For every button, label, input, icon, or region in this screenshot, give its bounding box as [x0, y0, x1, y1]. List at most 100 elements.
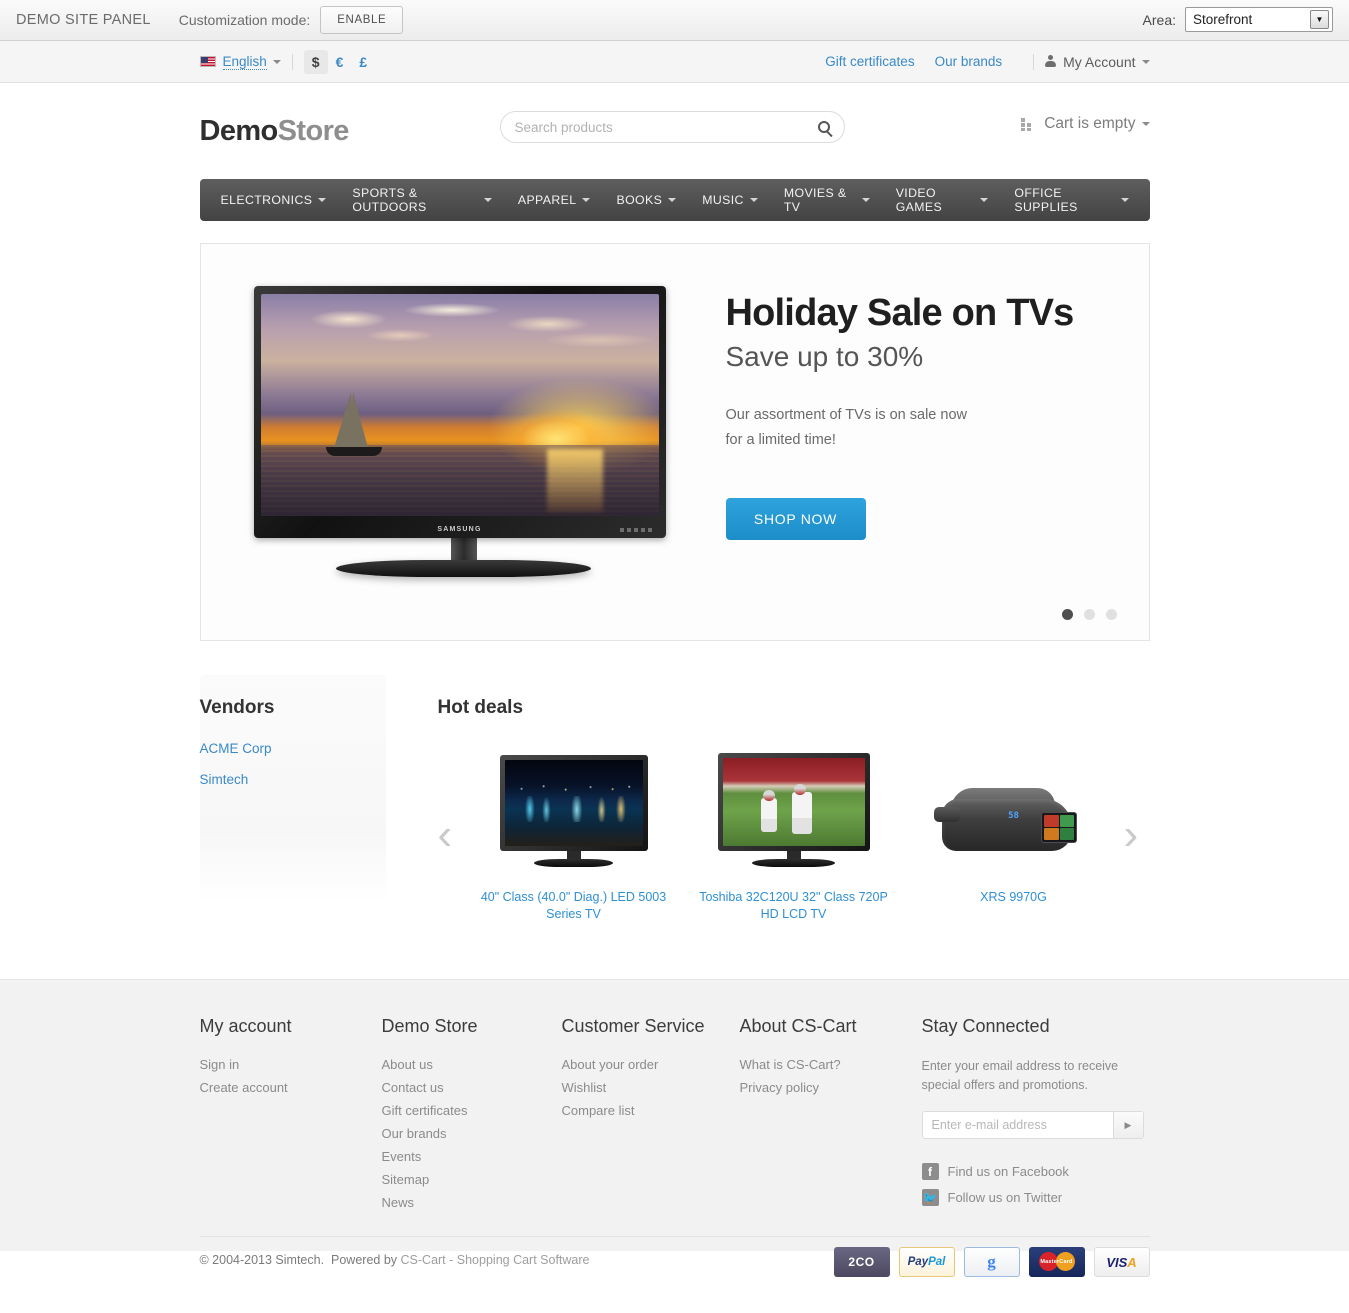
payment-badge-paypal: Pay Pal: [898, 1247, 955, 1277]
twitter-label[interactable]: Follow us on Twitter: [948, 1190, 1063, 1205]
social-twitter[interactable]: 🐦 Follow us on Twitter: [921, 1189, 1150, 1206]
vendor-item-acme[interactable]: ACME Corp: [200, 741, 386, 756]
mastercard-label: MasterCard: [1040, 1259, 1073, 1265]
product-card[interactable]: Toshiba 32C120U 32" Class 720P HD LCD TV: [694, 747, 894, 923]
product-title[interactable]: Toshiba 32C120U 32" Class 720P HD LCD TV: [694, 889, 894, 923]
currency-eur[interactable]: €: [328, 50, 352, 74]
area-select-value: Storefront: [1193, 12, 1253, 27]
newsletter-submit-button[interactable]: ▶: [1112, 1112, 1143, 1138]
footer-column-my-account: My account Sign in Create account: [200, 1016, 382, 1218]
footer-link-contact-us[interactable]: Contact us: [382, 1080, 562, 1095]
product-title[interactable]: 40" Class (40.0" Diag.) LED 5003 Series …: [474, 889, 674, 923]
footer-column-customer-service: Customer Service About your order Wishli…: [562, 1016, 740, 1218]
search-icon[interactable]: [817, 121, 830, 133]
newsletter-email-input[interactable]: [922, 1112, 1113, 1138]
footer-column-demo-store: Demo Store About us Contact us Gift cert…: [382, 1016, 562, 1218]
social-facebook[interactable]: f Find us on Facebook: [921, 1163, 1150, 1180]
banner-text-block: Holiday Sale on TVs Save up to 30% Our a…: [725, 292, 1126, 540]
logo-second-word: Store: [277, 114, 350, 147]
nav-item-sports-outdoors[interactable]: SPORTS & OUTDOORS: [339, 179, 504, 221]
promo-banner: SAMSUNG Holiday Sale on TVs Save up to 3…: [199, 243, 1150, 641]
footer-link-news[interactable]: News: [382, 1195, 562, 1210]
footer-link-what-is-cscart[interactable]: What is CS-Cart?: [740, 1057, 922, 1072]
carousel-dot-3[interactable]: [1105, 609, 1117, 620]
footer-heading: My account: [199, 1016, 292, 1036]
shop-now-button[interactable]: SHOP NOW: [725, 498, 866, 540]
chevron-down-icon[interactable]: [1141, 59, 1150, 64]
divider: [1033, 53, 1035, 70]
payment-badge-mastercard: MasterCard: [1028, 1247, 1085, 1277]
cart-status[interactable]: Cart is empty: [1021, 115, 1150, 133]
facebook-label[interactable]: Find us on Facebook: [948, 1164, 1069, 1179]
chevron-down-icon[interactable]: [272, 59, 281, 64]
language-switcher[interactable]: English: [199, 54, 281, 70]
visa-label-a: VIS: [1106, 1254, 1128, 1270]
link-our-brands[interactable]: Our brands: [935, 54, 1003, 69]
chevron-down-icon: [861, 198, 870, 202]
my-account-menu[interactable]: My Account: [1063, 54, 1135, 70]
product-title[interactable]: XRS 9970G: [914, 889, 1114, 906]
carousel-prev-button[interactable]: ‹: [438, 813, 464, 857]
footer-link-wishlist[interactable]: Wishlist: [562, 1080, 740, 1095]
search-input[interactable]: [514, 119, 818, 135]
nav-item-movies-tv[interactable]: MOVIES & TV: [771, 179, 883, 221]
footer-link-about-your-order[interactable]: About your order: [562, 1057, 740, 1072]
footer-link-privacy-policy[interactable]: Privacy policy: [740, 1080, 922, 1095]
nav-item-books[interactable]: BOOKS: [603, 179, 689, 221]
chevron-down-icon[interactable]: ▼: [1310, 10, 1329, 29]
enable-customization-button[interactable]: ENABLE: [320, 6, 404, 34]
footer-link-sitemap[interactable]: Sitemap: [382, 1172, 562, 1187]
sailboat-icon: [320, 386, 392, 458]
search-box[interactable]: [499, 111, 845, 143]
footer-heading: Customer Service: [561, 1016, 705, 1036]
footer-link-our-brands[interactable]: Our brands: [382, 1126, 562, 1141]
nav-item-video-games[interactable]: VIDEO GAMES: [883, 179, 1002, 221]
nav-item-office-supplies[interactable]: OFFICE SUPPLIES: [1001, 179, 1141, 221]
nav-item-music[interactable]: MUSIC: [689, 179, 771, 221]
powered-by-link[interactable]: CS-Cart - Shopping Cart Software: [401, 1253, 590, 1267]
customization-mode-label: Customization mode:: [178, 12, 311, 28]
tv-neck: [566, 851, 581, 859]
carousel-next-button[interactable]: ›: [1124, 813, 1150, 857]
footer-link-create-account[interactable]: Create account: [200, 1080, 382, 1095]
footer-link-events[interactable]: Events: [382, 1149, 562, 1164]
demo-panel-title: DEMO SITE PANEL: [16, 12, 151, 28]
divider: [291, 53, 293, 70]
chevron-down-icon: [980, 198, 989, 202]
newsletter-heading: Stay Connected: [921, 1016, 1050, 1036]
product-card[interactable]: 58 XRS 9970G: [914, 747, 1114, 923]
nav-item-electronics[interactable]: ELECTRONICS: [208, 179, 340, 221]
nav-label: MOVIES & TV: [783, 186, 847, 214]
nav-item-apparel[interactable]: APPAREL: [505, 179, 604, 221]
footer-link-compare-list[interactable]: Compare list: [562, 1103, 740, 1118]
facebook-icon: f: [921, 1163, 939, 1180]
link-gift-certificates[interactable]: Gift certificates: [825, 54, 914, 69]
language-label[interactable]: English: [222, 54, 267, 70]
carousel-dot-1[interactable]: [1061, 609, 1073, 620]
paypal-label-b: Pal: [928, 1256, 946, 1268]
vendor-item-simtech[interactable]: Simtech: [200, 772, 386, 787]
footer-heading: Demo Store: [381, 1016, 478, 1036]
payment-badge-google: g: [963, 1247, 1020, 1277]
newsletter-form[interactable]: ▶: [921, 1111, 1144, 1139]
currency-gbp[interactable]: £: [351, 50, 375, 74]
currency-usd[interactable]: $: [303, 49, 328, 74]
nav-label: APPAREL: [517, 193, 577, 207]
logo-first-word: Demo: [199, 114, 279, 147]
product-card[interactable]: 40" Class (40.0" Diag.) LED 5003 Series …: [474, 747, 674, 923]
area-switcher[interactable]: Area: Storefront ▼: [1143, 7, 1333, 32]
site-logo[interactable]: DemoStore: [199, 114, 350, 148]
main-content: Vendors ACME Corp Simtech Hot deals ‹ 40…: [199, 675, 1150, 923]
chevron-down-icon[interactable]: [1141, 122, 1150, 126]
tv-frame: SAMSUNG: [253, 286, 666, 538]
footer-link-gift-certificates[interactable]: Gift certificates: [382, 1103, 562, 1118]
cart-icon: [1021, 117, 1035, 131]
sun-reflection: [546, 449, 603, 512]
footer-link-sign-in[interactable]: Sign in: [200, 1057, 382, 1072]
carousel-dot-2[interactable]: [1083, 609, 1095, 620]
footer-heading: About CS-Cart: [739, 1016, 857, 1036]
nav-label: MUSIC: [702, 193, 744, 207]
footer-link-about-us[interactable]: About us: [382, 1057, 562, 1072]
area-select[interactable]: Storefront ▼: [1185, 7, 1333, 32]
site-footer: My account Sign in Create account Demo S…: [0, 979, 1349, 1277]
